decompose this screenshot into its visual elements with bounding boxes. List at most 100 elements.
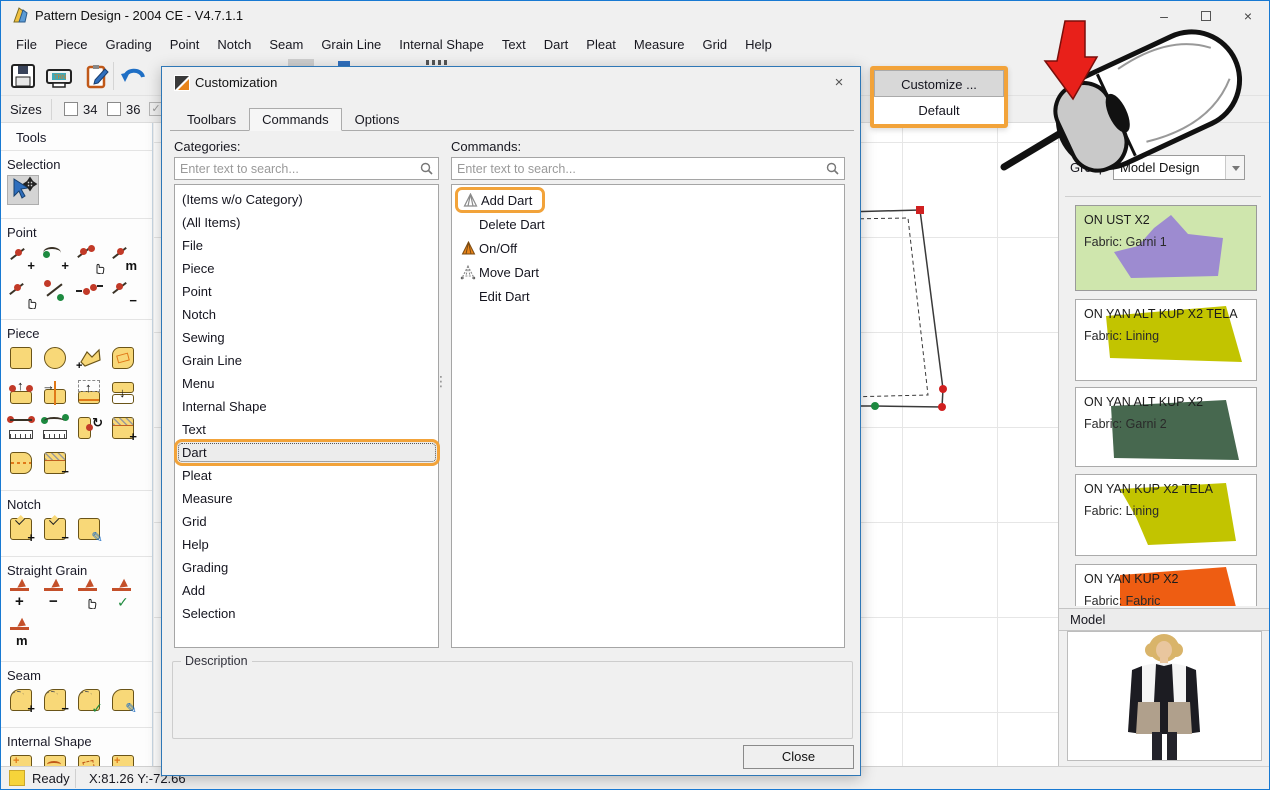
- menu-grading[interactable]: Grading: [96, 33, 160, 56]
- tool-piece-merge[interactable]: ↓: [109, 379, 137, 407]
- category-item[interactable]: Selection: [175, 602, 438, 625]
- tool-piece-extract[interactable]: ↑: [75, 379, 103, 407]
- tool-piece-add-seam-hatch[interactable]: +: [109, 414, 137, 442]
- menu-internal-shape[interactable]: Internal Shape: [390, 33, 493, 56]
- tab-commands[interactable]: Commands: [249, 108, 341, 131]
- tool-piece-rotate[interactable]: ↻: [75, 414, 103, 442]
- model-photo[interactable]: [1067, 631, 1262, 761]
- command-item-on-off[interactable]: On/Off: [452, 236, 844, 260]
- menu-grain-line[interactable]: Grain Line: [312, 33, 390, 56]
- tool-point-select-hand[interactable]: [7, 278, 35, 306]
- panel-splitter-handle[interactable]: ⋮: [434, 379, 448, 384]
- category-item[interactable]: Piece: [175, 257, 438, 280]
- tool-piece-remove-hatch[interactable]: −: [41, 449, 69, 477]
- dialog-close-button[interactable]: Close: [743, 745, 854, 769]
- tool-seam-edit[interactable]: ✎: [109, 686, 137, 714]
- tool-grain-move[interactable]: [75, 581, 103, 609]
- tool-piece-freeform[interactable]: +: [75, 344, 103, 372]
- tool-internal-add-curve[interactable]: +: [41, 752, 69, 766]
- category-item[interactable]: Grading: [175, 556, 438, 579]
- size-34-checkbox[interactable]: [64, 102, 78, 116]
- piece-card-on-ust[interactable]: ON UST X2 Fabric: Garni 1: [1075, 205, 1257, 291]
- piece-card-on-yan-kup-tela[interactable]: ON YAN KUP X2 TELA Fabric: Lining: [1075, 474, 1257, 556]
- category-item[interactable]: File: [175, 234, 438, 257]
- category-item-selected[interactable]: Dart: [174, 439, 440, 466]
- tool-piece-split[interactable]: →: [41, 379, 69, 407]
- context-menu-default[interactable]: Default: [874, 97, 1004, 124]
- tool-point-move[interactable]: [75, 243, 103, 271]
- tool-point-add[interactable]: +: [7, 243, 35, 271]
- tool-seam-check[interactable]: ✓: [75, 686, 103, 714]
- categories-search-input[interactable]: [180, 159, 415, 178]
- menu-measure[interactable]: Measure: [625, 33, 694, 56]
- menu-help[interactable]: Help: [736, 33, 781, 56]
- piece-card-on-yan-kup[interactable]: ON YAN KUP X2 Fabric: Fabric: [1075, 564, 1257, 606]
- tool-grain-delete[interactable]: −: [41, 581, 69, 609]
- tool-point-add-on-curve[interactable]: +: [41, 243, 69, 271]
- category-item[interactable]: Point: [175, 280, 438, 303]
- tool-grain-check[interactable]: ✓: [109, 581, 137, 609]
- tool-point-divide[interactable]: [41, 278, 69, 306]
- menu-text[interactable]: Text: [493, 33, 535, 56]
- tab-options[interactable]: Options: [342, 108, 413, 131]
- category-item[interactable]: Grid: [175, 510, 438, 533]
- command-item-move-dart[interactable]: Move Dart: [452, 260, 844, 284]
- tool-internal-move[interactable]: +: [109, 752, 137, 766]
- tab-toolbars[interactable]: Toolbars: [174, 108, 249, 131]
- category-item[interactable]: Add: [175, 579, 438, 602]
- search-icon[interactable]: [826, 162, 839, 175]
- maximize-button[interactable]: [1185, 1, 1227, 31]
- category-item[interactable]: Help: [175, 533, 438, 556]
- piece-card-on-yan-alt-kup-tela[interactable]: ON YAN ALT KUP X2 TELA Fabric: Lining: [1075, 299, 1257, 381]
- command-item-add-dart[interactable]: Add Dart: [452, 188, 844, 212]
- tool-point-measure[interactable]: m: [109, 243, 137, 271]
- category-item[interactable]: (All Items): [175, 211, 438, 234]
- notes-button[interactable]: [81, 60, 113, 92]
- tool-piece-facing[interactable]: [7, 449, 35, 477]
- piece-card-on-yan-alt-kup[interactable]: ON YAN ALT KUP X2 Fabric: Garni 2: [1075, 387, 1257, 467]
- menu-grid[interactable]: Grid: [694, 33, 737, 56]
- tool-piece-measure-curve[interactable]: [41, 414, 69, 442]
- toolbar-partial-icon-2[interactable]: [426, 60, 448, 65]
- commands-search-input[interactable]: [457, 159, 821, 178]
- menu-point[interactable]: Point: [161, 33, 209, 56]
- tool-seam-delete[interactable]: −: [41, 686, 69, 714]
- tool-piece-edit-contour[interactable]: ↑: [7, 379, 35, 407]
- menu-piece[interactable]: Piece: [46, 33, 97, 56]
- tool-notch-add[interactable]: +: [7, 515, 35, 543]
- plot-button[interactable]: TRN: [43, 60, 75, 92]
- context-menu-customize[interactable]: Customize ...: [874, 70, 1004, 97]
- tool-select[interactable]: [7, 175, 39, 205]
- menu-dart[interactable]: Dart: [535, 33, 578, 56]
- categories-list[interactable]: (Items w/o Category) (All Items) File Pi…: [174, 184, 439, 648]
- menu-seam[interactable]: Seam: [260, 33, 312, 56]
- tool-grain-add[interactable]: +: [7, 581, 35, 609]
- tool-internal-delete[interactable]: −: [75, 752, 103, 766]
- category-item[interactable]: Measure: [175, 487, 438, 510]
- tool-piece-circle[interactable]: [41, 344, 69, 372]
- category-item[interactable]: Pleat: [175, 464, 438, 487]
- tool-point-align[interactable]: [75, 278, 103, 306]
- category-item[interactable]: Internal Shape: [175, 395, 438, 418]
- command-item-delete-dart[interactable]: Delete Dart: [452, 212, 844, 236]
- undo-button[interactable]: [117, 60, 149, 92]
- tool-notch-delete[interactable]: −: [41, 515, 69, 543]
- search-icon[interactable]: [420, 162, 433, 175]
- category-item[interactable]: Menu: [175, 372, 438, 395]
- menu-notch[interactable]: Notch: [208, 33, 260, 56]
- size-36-checkbox[interactable]: [107, 102, 121, 116]
- save-button[interactable]: [7, 60, 39, 92]
- category-item[interactable]: Text: [175, 418, 438, 441]
- minimize-button[interactable]: –: [1143, 1, 1185, 31]
- tool-seam-add[interactable]: +: [7, 686, 35, 714]
- tool-notch-edit[interactable]: ✎: [75, 515, 103, 543]
- tool-grain-measure[interactable]: m: [7, 620, 35, 648]
- category-item[interactable]: (Items w/o Category): [175, 188, 438, 211]
- close-window-button[interactable]: ×: [1227, 1, 1269, 31]
- tool-piece-with-internal[interactable]: [109, 344, 137, 372]
- tool-internal-add[interactable]: ++: [7, 752, 35, 766]
- tool-piece-measure-line[interactable]: [7, 414, 35, 442]
- group-dropdown[interactable]: Model Design: [1113, 155, 1245, 180]
- chevron-down-icon[interactable]: [1225, 156, 1244, 179]
- tool-piece-rectangle[interactable]: [7, 344, 35, 372]
